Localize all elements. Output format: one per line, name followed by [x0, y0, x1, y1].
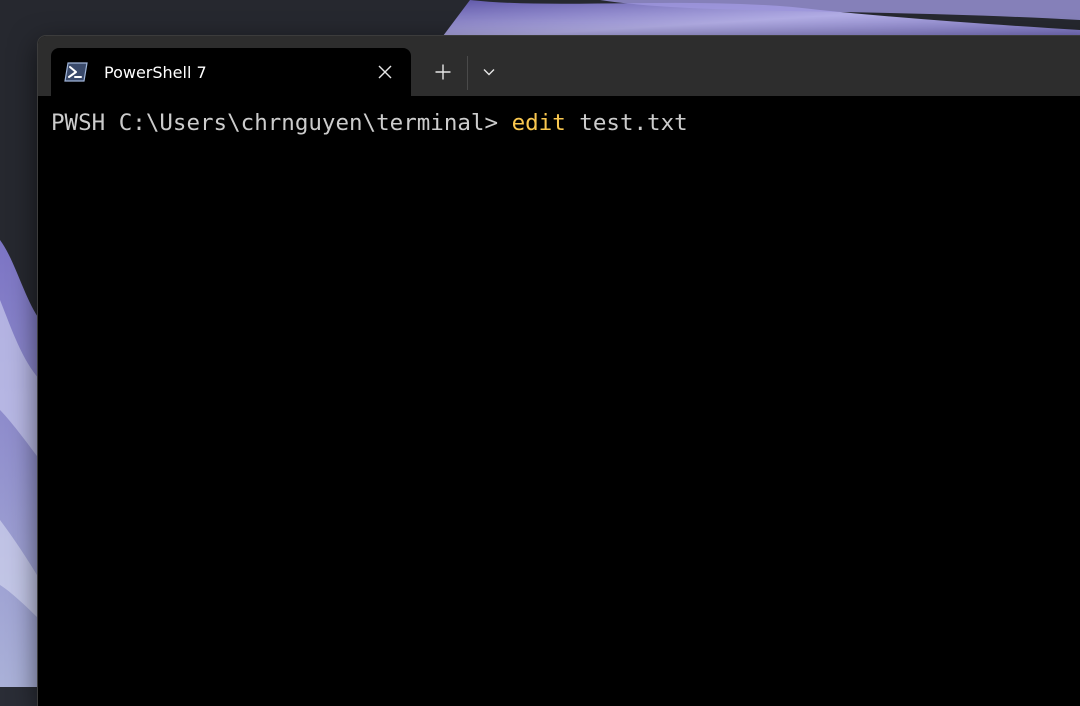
tab-dropdown-button[interactable] — [474, 58, 504, 86]
close-icon — [378, 65, 392, 79]
terminal-output[interactable]: PWSH C:\Users\chrnguyen\terminal> edit t… — [38, 96, 1080, 706]
tab-separator — [467, 56, 468, 90]
plus-icon — [435, 64, 451, 80]
tab-title: PowerShell 7 — [104, 62, 207, 82]
terminal-window: PowerShell 7 PWSH C:\Users\chrnguyen\ter… — [38, 36, 1080, 706]
command-text: edit — [511, 110, 566, 136]
tab-bar: PowerShell 7 — [38, 36, 1080, 96]
powershell-icon — [64, 62, 88, 82]
tab-powershell-7[interactable]: PowerShell 7 — [51, 48, 411, 96]
command-arguments: test.txt — [565, 110, 688, 136]
command-line: PWSH C:\Users\chrnguyen\terminal> edit t… — [51, 109, 1080, 137]
prompt-text: PWSH C:\Users\chrnguyen\terminal> — [51, 110, 512, 136]
chevron-down-icon — [483, 69, 495, 76]
close-tab-button[interactable] — [373, 60, 397, 84]
new-tab-button[interactable] — [427, 58, 459, 86]
